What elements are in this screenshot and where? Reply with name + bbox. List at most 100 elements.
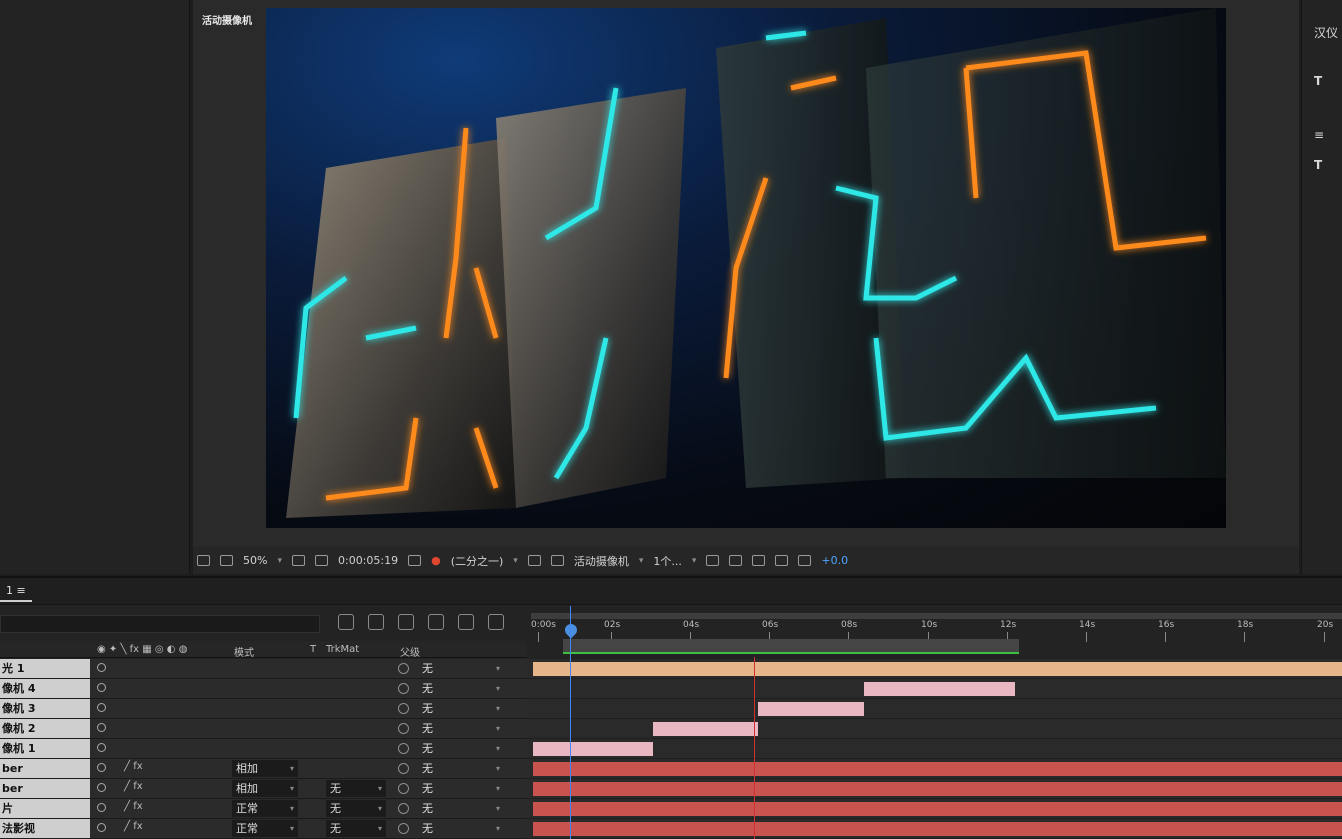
pick-whip-icon[interactable] bbox=[398, 783, 409, 794]
blend-mode-select[interactable]: 相加 ▾ bbox=[232, 760, 298, 777]
parent-select[interactable]: 无 ▾ bbox=[418, 660, 504, 677]
playhead-line[interactable] bbox=[570, 606, 571, 839]
layer-duration-bar[interactable] bbox=[533, 782, 1342, 796]
layer-row[interactable]: 像机 4 无 ▾ bbox=[0, 679, 527, 699]
layer-search-input[interactable] bbox=[0, 615, 320, 633]
pick-whip-icon[interactable] bbox=[398, 743, 409, 754]
parent-select[interactable]: 无 ▾ bbox=[418, 700, 504, 717]
layer-duration-bar[interactable] bbox=[533, 662, 1342, 676]
zoom-select[interactable]: 50% bbox=[243, 554, 267, 567]
eye-icon[interactable] bbox=[97, 723, 106, 732]
pick-whip-icon[interactable] bbox=[398, 763, 409, 774]
layer-name[interactable]: ber bbox=[0, 779, 90, 798]
fx-switch-icon[interactable]: ╱ fx bbox=[124, 821, 143, 832]
render-canvas[interactable] bbox=[266, 8, 1226, 528]
eye-icon[interactable] bbox=[97, 703, 106, 712]
layer-duration-bar[interactable] bbox=[533, 822, 1342, 836]
font-name[interactable]: 汉仪 bbox=[1314, 24, 1338, 41]
layer-name[interactable]: ber bbox=[0, 759, 90, 778]
resolution-select[interactable]: (二分之一) bbox=[451, 553, 504, 569]
layer-duration-bar[interactable] bbox=[533, 802, 1342, 816]
layer-name[interactable]: 法影视 bbox=[0, 819, 90, 838]
layer-name[interactable]: 光 1 bbox=[0, 659, 90, 678]
eye-icon[interactable] bbox=[97, 743, 106, 752]
parent-select[interactable]: 无 ▾ bbox=[418, 760, 504, 777]
camera-snapshot-icon[interactable] bbox=[408, 555, 422, 566]
time-navigator[interactable] bbox=[531, 613, 1342, 619]
tab-composition-1[interactable]: 1 ≡ bbox=[0, 584, 32, 602]
views-select[interactable]: 1个... bbox=[653, 553, 682, 569]
color-channels-icon[interactable]: ● bbox=[431, 554, 441, 567]
parent-select[interactable]: 无 ▾ bbox=[418, 740, 504, 757]
timeline-icon[interactable] bbox=[729, 555, 743, 566]
shy-layers-icon[interactable] bbox=[398, 614, 414, 630]
eye-icon[interactable] bbox=[97, 763, 106, 772]
blend-mode-select[interactable]: 相加 ▾ bbox=[232, 780, 298, 797]
layer-name[interactable]: 像机 3 bbox=[0, 699, 90, 718]
vertical-scale-icon[interactable]: T bbox=[1314, 158, 1322, 172]
trkmat-select[interactable]: 无 ▾ bbox=[326, 820, 386, 837]
layer-name[interactable]: 像机 2 bbox=[0, 719, 90, 738]
parent-select[interactable]: 无 ▾ bbox=[418, 680, 504, 697]
eye-icon[interactable] bbox=[97, 663, 106, 672]
reset-exposure-icon[interactable] bbox=[798, 555, 812, 566]
layer-row[interactable]: 像机 1 无 ▾ bbox=[0, 739, 527, 759]
eye-icon[interactable] bbox=[97, 803, 106, 812]
grid-icon[interactable] bbox=[291, 555, 305, 566]
eye-icon[interactable] bbox=[97, 783, 106, 792]
chevron-down-icon[interactable]: ▾ bbox=[639, 556, 644, 566]
fx-switch-icon[interactable]: ╱ fx bbox=[124, 781, 143, 792]
parent-select[interactable]: 无 ▾ bbox=[418, 800, 504, 817]
fx-switch-icon[interactable]: ╱ fx bbox=[124, 761, 143, 772]
layer-name[interactable]: 片 bbox=[0, 799, 90, 818]
transparency-grid-icon[interactable] bbox=[550, 555, 564, 566]
font-size-icon[interactable]: T bbox=[1314, 74, 1322, 88]
parent-select[interactable]: 无 ▾ bbox=[418, 820, 504, 837]
pick-whip-icon[interactable] bbox=[398, 703, 409, 714]
blend-mode-select[interactable]: 正常 ▾ bbox=[232, 820, 298, 837]
parent-select[interactable]: 无 ▾ bbox=[418, 720, 504, 737]
layer-duration-bar[interactable] bbox=[533, 762, 1342, 776]
comp-flowchart-icon[interactable] bbox=[752, 555, 766, 566]
network-icon[interactable] bbox=[775, 555, 789, 566]
exposure-value[interactable]: +0.0 bbox=[821, 554, 848, 567]
comp-mini-flowchart-icon[interactable] bbox=[338, 614, 354, 630]
layer-name[interactable]: 像机 1 bbox=[0, 739, 90, 758]
layer-duration-bar[interactable] bbox=[653, 722, 758, 736]
chevron-down-icon[interactable]: ▾ bbox=[277, 556, 282, 566]
layer-row[interactable]: 法影视 ╱ fx 正常 ▾ 无 ▾ 无 ▾ bbox=[0, 819, 527, 839]
current-time[interactable]: 0:00:05:19 bbox=[338, 554, 398, 567]
frame-blending-icon[interactable] bbox=[428, 614, 444, 630]
trkmat-select[interactable]: 无 ▾ bbox=[326, 780, 386, 797]
time-ruler[interactable]: 0:00s 02s 04s 06s 08s 10s 12s 14s 16s 18s 20s bbox=[527, 608, 1342, 656]
layer-duration-bar[interactable] bbox=[533, 742, 653, 756]
blend-mode-select[interactable]: 正常 ▾ bbox=[232, 800, 298, 817]
track-area[interactable] bbox=[527, 659, 1342, 839]
pick-whip-icon[interactable] bbox=[398, 723, 409, 734]
layer-row[interactable]: ber ╱ fx 相加 ▾ 无 ▾ bbox=[0, 759, 527, 779]
layer-row[interactable]: 片 ╱ fx 正常 ▾ 无 ▾ 无 ▾ bbox=[0, 799, 527, 819]
pick-whip-icon[interactable] bbox=[398, 823, 409, 834]
layer-duration-bar[interactable] bbox=[864, 682, 1015, 696]
mask-icon[interactable] bbox=[314, 555, 328, 566]
draft-3d-icon[interactable] bbox=[368, 614, 384, 630]
always-preview-icon[interactable] bbox=[197, 555, 210, 566]
align-icon[interactable]: ≡ bbox=[1314, 128, 1324, 142]
layer-row[interactable]: ber ╱ fx 相加 ▾ 无 ▾ 无 ▾ bbox=[0, 779, 527, 799]
layer-row[interactable]: 像机 2 无 ▾ bbox=[0, 719, 527, 739]
motion-blur-icon[interactable] bbox=[458, 614, 474, 630]
trkmat-select[interactable]: 无 ▾ bbox=[326, 800, 386, 817]
layer-row[interactable]: 光 1 无 ▾ bbox=[0, 659, 527, 679]
chevron-down-icon[interactable]: ▾ bbox=[513, 556, 518, 566]
monitor-icon[interactable] bbox=[220, 555, 233, 566]
camera-select[interactable]: 活动摄像机 bbox=[574, 553, 629, 569]
layer-row[interactable]: 像机 3 无 ▾ bbox=[0, 699, 527, 719]
graph-editor-icon[interactable] bbox=[488, 614, 504, 630]
pick-whip-icon[interactable] bbox=[398, 803, 409, 814]
region-of-interest-icon[interactable] bbox=[527, 555, 541, 566]
pick-whip-icon[interactable] bbox=[398, 663, 409, 674]
eye-icon[interactable] bbox=[97, 683, 106, 692]
layer-duration-bar[interactable] bbox=[758, 702, 864, 716]
chevron-down-icon[interactable]: ▾ bbox=[692, 556, 697, 566]
playhead-handle[interactable] bbox=[562, 621, 580, 639]
